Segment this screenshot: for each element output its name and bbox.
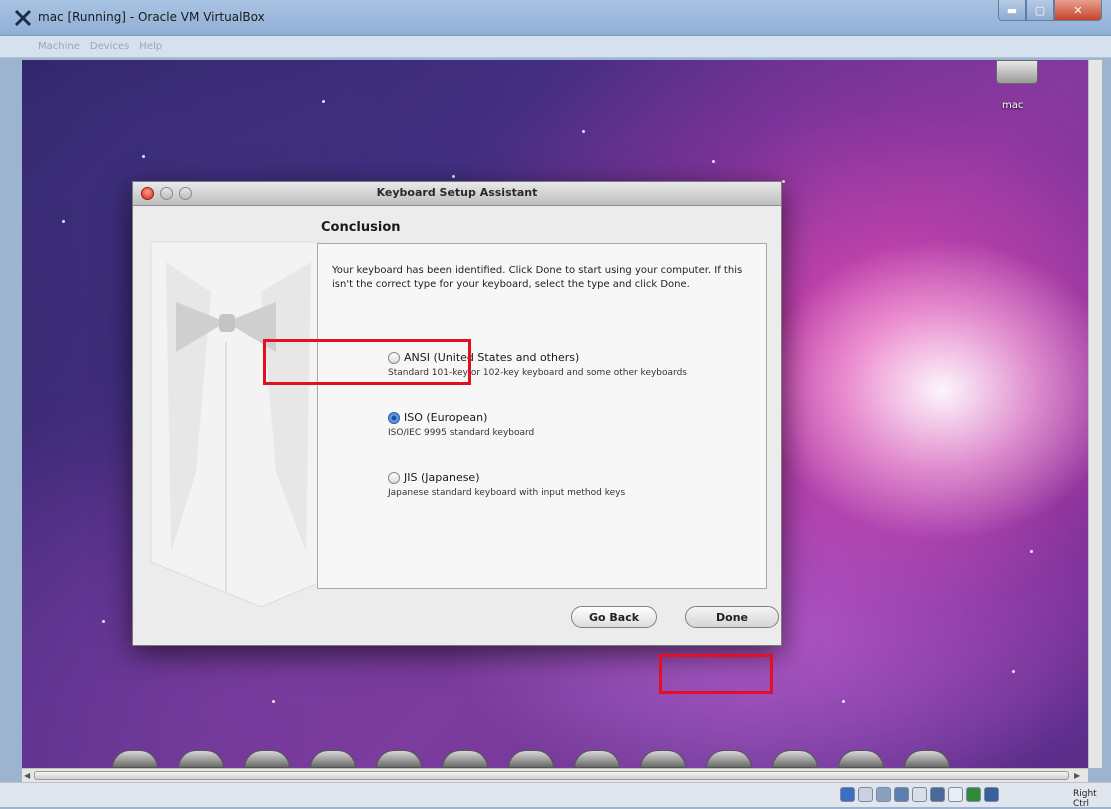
dialog-titlebar[interactable]: Keyboard Setup Assistant <box>133 182 781 206</box>
menu-devices[interactable]: Devices <box>90 41 129 52</box>
option-iso-description: ISO/IEC 9995 standard keyboard <box>388 428 535 438</box>
host-menubar: Machine Devices Help <box>0 36 1111 58</box>
dock-ical-icon[interactable] <box>508 750 554 768</box>
vertical-scrollbar[interactable] <box>1088 60 1102 768</box>
star <box>1030 550 1033 553</box>
minimize-button[interactable]: ▬ <box>998 0 1026 21</box>
keyboard-setup-assistant-window: Keyboard Setup Assistant Conclusion Your… <box>132 181 782 646</box>
mouse-integration-status-icon[interactable] <box>966 787 981 802</box>
section-title: Conclusion <box>321 220 401 235</box>
iso-option-highlight-box <box>263 339 471 385</box>
dock-finder-icon[interactable] <box>112 750 158 768</box>
star <box>842 700 845 703</box>
separator-icon <box>948 787 963 802</box>
star <box>782 180 785 183</box>
optical-drive-status-icon[interactable] <box>858 787 873 802</box>
dialog-title: Keyboard Setup Assistant <box>376 186 538 199</box>
content-panel: Your keyboard has been identified. Click… <box>317 243 767 589</box>
star <box>62 220 65 223</box>
option-jis-description: Japanese standard keyboard with input me… <box>388 488 626 498</box>
go-back-button[interactable]: Go Back <box>571 606 657 628</box>
menu-help[interactable]: Help <box>139 41 162 52</box>
scroll-left-icon[interactable]: ◀ <box>24 771 30 780</box>
option-iso-label: ISO (European) <box>404 411 488 424</box>
star <box>142 155 145 158</box>
dock-dashboard-icon[interactable] <box>178 750 224 768</box>
maximize-icon: ▢ <box>1034 3 1046 17</box>
done-button-highlight-box <box>659 654 773 694</box>
status-icons <box>840 787 999 802</box>
menu-machine[interactable]: Machine <box>38 41 80 52</box>
minimize-icon: ▬ <box>1006 3 1018 17</box>
dock-mail-icon[interactable] <box>244 750 290 768</box>
usb-status-icon[interactable] <box>876 787 891 802</box>
radio-jis[interactable] <box>388 472 400 484</box>
dock-preview-icon[interactable] <box>574 750 620 768</box>
hard-disk-status-icon[interactable] <box>840 787 855 802</box>
dock-itunes-icon[interactable] <box>640 750 686 768</box>
intro-text: Your keyboard has been identified. Click… <box>332 265 743 290</box>
host-titlebar: mac [Running] - Oracle VM VirtualBox ▬ ▢… <box>0 0 1111 36</box>
maximize-button[interactable]: ▢ <box>1026 0 1054 21</box>
close-icon: ✕ <box>1073 3 1083 17</box>
dock-safari-icon[interactable] <box>310 750 356 768</box>
virtualbox-icon <box>14 9 32 27</box>
close-button[interactable]: ✕ <box>1054 0 1102 21</box>
scroll-right-icon[interactable]: ▶ <box>1074 771 1080 780</box>
star <box>322 100 325 103</box>
vm-display[interactable]: mac Keyboard Setup Assistant Conclusion … <box>22 60 1088 768</box>
star <box>582 130 585 133</box>
dock-ichat-icon[interactable] <box>376 750 422 768</box>
dock <box>112 750 1012 768</box>
option-jis-label: JIS (Japanese) <box>404 471 480 484</box>
star <box>1012 670 1015 673</box>
dock-address-book-icon[interactable] <box>442 750 488 768</box>
shared-folders-status-icon[interactable] <box>912 787 927 802</box>
dock-trash-icon[interactable] <box>904 750 950 768</box>
dock-time-machine-icon[interactable] <box>772 750 818 768</box>
hard-drive-label: mac <box>1002 100 1024 111</box>
host-key-status-icon[interactable] <box>984 787 999 802</box>
done-button[interactable]: Done <box>685 606 779 628</box>
horizontal-scroll-thumb[interactable] <box>34 771 1069 780</box>
horizontal-scrollbar[interactable]: ◀ ▶ <box>22 768 1088 782</box>
star <box>452 175 455 178</box>
display-status-icon[interactable] <box>930 787 945 802</box>
status-bar: Right Ctrl <box>0 782 1111 809</box>
network-status-icon[interactable] <box>894 787 909 802</box>
hard-drive-icon[interactable] <box>996 60 1038 84</box>
star <box>712 160 715 163</box>
tuxedo-illustration <box>150 241 322 607</box>
dock-system-preferences-icon[interactable] <box>838 750 884 768</box>
dock-photo-booth-icon[interactable] <box>706 750 752 768</box>
radio-iso[interactable] <box>388 412 400 424</box>
star <box>272 700 275 703</box>
host-window-title: mac [Running] - Oracle VM VirtualBox <box>38 10 265 24</box>
star <box>102 620 105 623</box>
host-key-label: Right Ctrl <box>1073 789 1097 809</box>
